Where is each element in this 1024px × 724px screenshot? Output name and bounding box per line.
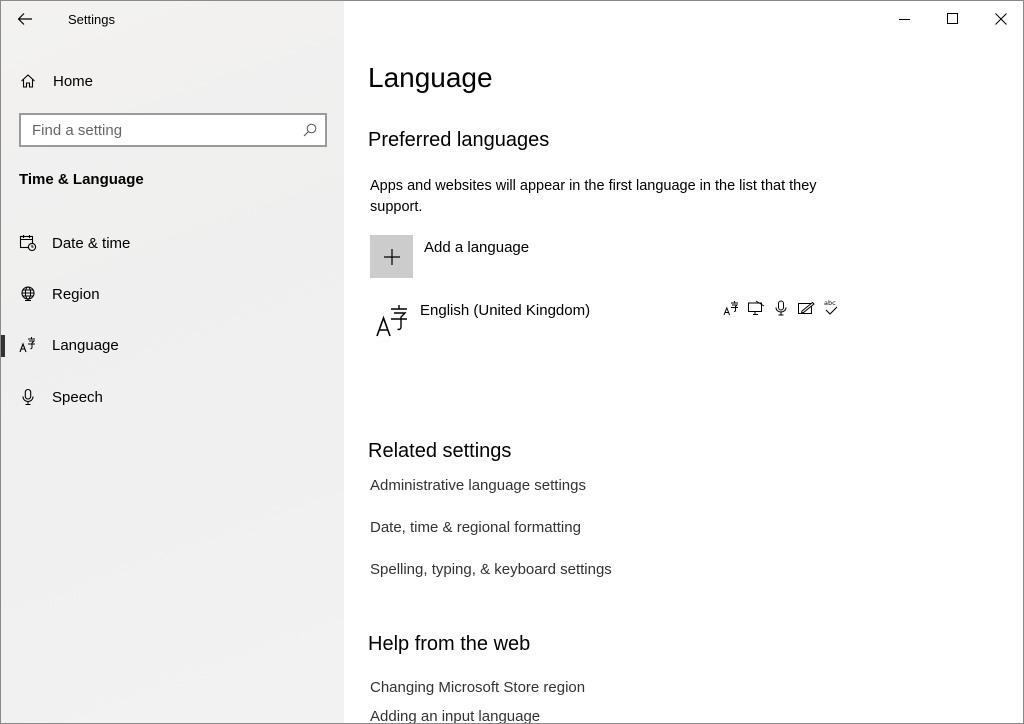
close-icon <box>995 13 1007 25</box>
globe-icon <box>19 285 37 303</box>
back-arrow-icon <box>17 13 32 25</box>
close-button[interactable] <box>977 1 1023 37</box>
display-language-icon <box>747 299 765 317</box>
app-title: Settings <box>68 11 115 27</box>
preferred-languages-description: Apps and websites will appear in the fir… <box>370 178 817 215</box>
handwriting-icon <box>797 299 815 317</box>
language-list-item[interactable]: English (United Kingdom) abc <box>370 297 850 345</box>
date-time-regional-formatting-link[interactable]: Date, time & regional formatting <box>370 519 581 536</box>
language-glyph-icon <box>376 305 407 337</box>
language-name: English (United Kingdom) <box>420 302 591 319</box>
add-language-tile <box>370 235 413 278</box>
add-language-label: Add a language <box>424 239 530 256</box>
speech-icon <box>772 299 790 317</box>
main-content: Language Preferred languages Apps and we… <box>344 1 1023 723</box>
spelling-typing-keyboard-settings-link[interactable]: Spelling, typing, & keyboard settings <box>370 561 612 578</box>
home-nav-item[interactable]: Home <box>1 63 344 99</box>
administrative-language-settings-link[interactable]: Administrative language settings <box>370 477 586 494</box>
changing-store-region-link[interactable]: Changing Microsoft Store region <box>370 679 585 696</box>
sidebar-item-speech[interactable]: Speech <box>1 375 344 419</box>
microphone-icon <box>19 388 37 406</box>
page-title: Language <box>368 62 493 93</box>
related-settings-heading: Related settings <box>368 440 512 462</box>
sidebar-item-label: Date & time <box>52 234 131 252</box>
sidebar-item-region[interactable]: Region <box>1 272 344 316</box>
plus-icon <box>383 248 400 265</box>
language-features: abc <box>722 299 840 317</box>
sidebar-item-date-time[interactable]: Date & time <box>1 221 344 265</box>
minimize-button[interactable] <box>881 1 929 37</box>
language-icon <box>19 336 37 354</box>
spell-check-icon: abc <box>822 299 840 317</box>
search-icon[interactable] <box>303 123 317 137</box>
help-from-web-heading: Help from the web <box>368 633 531 655</box>
sidebar-item-language[interactable]: Language <box>1 323 344 367</box>
sidebar-item-label: Language <box>52 336 119 354</box>
search-input[interactable] <box>32 121 292 139</box>
section-title: Time & Language <box>19 171 144 188</box>
back-button[interactable] <box>1 1 49 37</box>
maximize-icon <box>947 13 958 24</box>
minimize-icon <box>899 19 910 20</box>
sidebar: Settings Home Time & Language <box>1 1 344 723</box>
home-label: Home <box>53 72 94 90</box>
add-language-button[interactable]: Add a language <box>370 235 529 278</box>
sidebar-item-label: Region <box>52 285 100 303</box>
title-bar: Settings <box>1 1 344 37</box>
home-icon <box>21 74 35 88</box>
adding-input-language-link[interactable]: Adding an input language <box>370 708 540 723</box>
window-controls <box>881 1 1023 37</box>
sidebar-item-label: Speech <box>52 388 103 406</box>
maximize-button[interactable] <box>929 1 977 37</box>
calendar-clock-icon <box>19 234 37 252</box>
preferred-languages-heading: Preferred languages <box>368 129 550 151</box>
search-box[interactable] <box>19 113 327 147</box>
language-pack-icon <box>722 299 740 317</box>
svg-text:abc: abc <box>824 299 836 307</box>
settings-window: Settings Home Time & Language <box>0 0 1024 724</box>
